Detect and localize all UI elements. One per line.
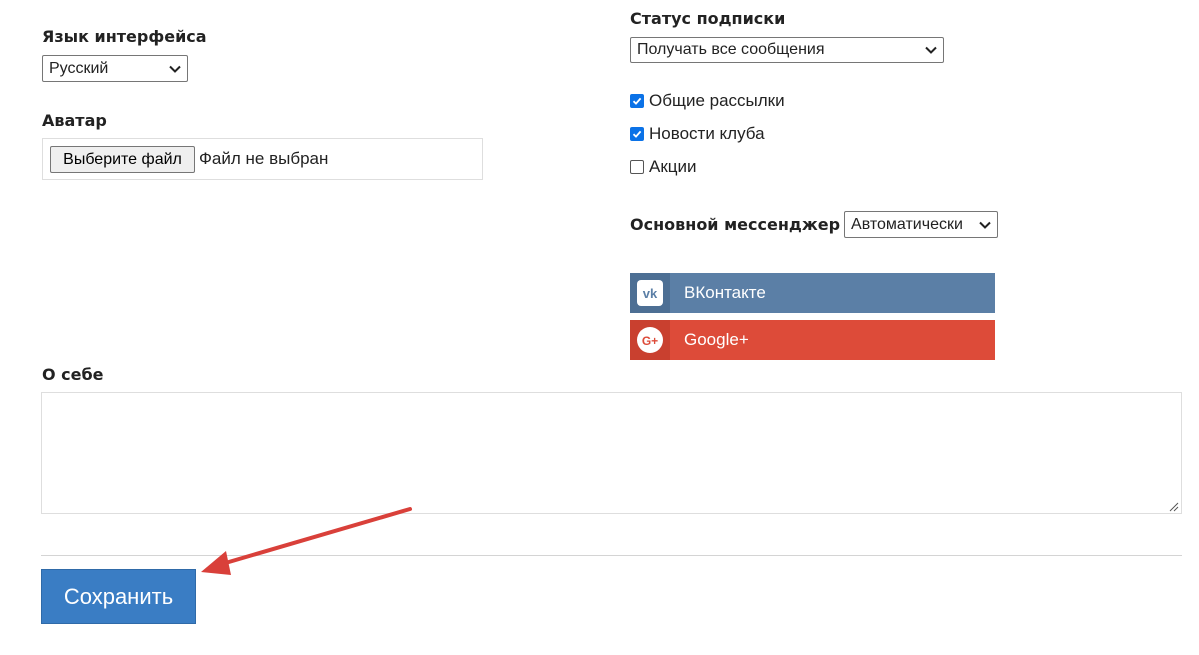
check-icon bbox=[632, 130, 642, 138]
subscription-select[interactable]: Получать все сообщения bbox=[630, 37, 944, 63]
vk-button[interactable]: vk ВКонтакте bbox=[630, 273, 995, 313]
subscription-label: Статус подписки bbox=[630, 9, 786, 28]
checkbox-checked[interactable] bbox=[630, 127, 644, 141]
chevron-down-icon bbox=[169, 65, 181, 73]
checkbox-checked[interactable] bbox=[630, 94, 644, 108]
vk-button-label: ВКонтакте bbox=[684, 283, 766, 302]
messenger-label: Основной мессенджер bbox=[630, 215, 841, 234]
avatar-label: Аватар bbox=[42, 111, 107, 130]
language-select[interactable]: Русский bbox=[42, 55, 188, 82]
messenger-select-value: Автоматически bbox=[851, 215, 963, 233]
annotation-arrow-icon bbox=[201, 507, 412, 575]
checkbox-general-mailings[interactable]: Общие рассылки bbox=[630, 91, 785, 111]
messenger-row: Основной мессенджер Автоматически bbox=[630, 211, 999, 238]
vk-icon: vk bbox=[637, 280, 663, 306]
google-plus-button[interactable]: G+ Google+ bbox=[630, 320, 995, 360]
checkbox-unchecked[interactable] bbox=[630, 160, 644, 174]
about-textarea[interactable] bbox=[41, 392, 1182, 514]
divider bbox=[41, 555, 1182, 556]
check-icon bbox=[632, 97, 642, 105]
chevron-down-icon bbox=[925, 46, 937, 54]
checkbox-label: Общие рассылки bbox=[649, 91, 785, 110]
google-plus-icon: G+ bbox=[637, 327, 663, 353]
language-label: Язык интерфейса bbox=[42, 27, 207, 46]
language-select-value: Русский bbox=[49, 59, 109, 77]
chevron-down-icon bbox=[979, 221, 991, 229]
svg-text:vk: vk bbox=[643, 286, 658, 301]
vk-icon-box: vk bbox=[630, 273, 670, 313]
file-status-text: Файл не выбран bbox=[199, 149, 329, 168]
checkbox-promotions[interactable]: Акции bbox=[630, 157, 697, 177]
resize-handle-icon[interactable] bbox=[1168, 501, 1179, 512]
avatar-file-input[interactable]: Выберите файл Файл не выбран bbox=[42, 138, 483, 180]
save-button[interactable]: Сохранить bbox=[41, 569, 196, 624]
checkbox-label: Новости клуба bbox=[649, 124, 765, 143]
checkbox-club-news[interactable]: Новости клуба bbox=[630, 124, 765, 144]
subscription-select-value: Получать все сообщения bbox=[637, 41, 825, 58]
about-label: О себе bbox=[42, 365, 104, 384]
google-plus-icon-box: G+ bbox=[630, 320, 670, 360]
checkbox-label: Акции bbox=[649, 157, 697, 176]
choose-file-button[interactable]: Выберите файл bbox=[50, 146, 195, 173]
messenger-select[interactable]: Автоматически bbox=[844, 211, 999, 238]
svg-text:G+: G+ bbox=[642, 334, 658, 348]
google-plus-button-label: Google+ bbox=[684, 330, 749, 349]
